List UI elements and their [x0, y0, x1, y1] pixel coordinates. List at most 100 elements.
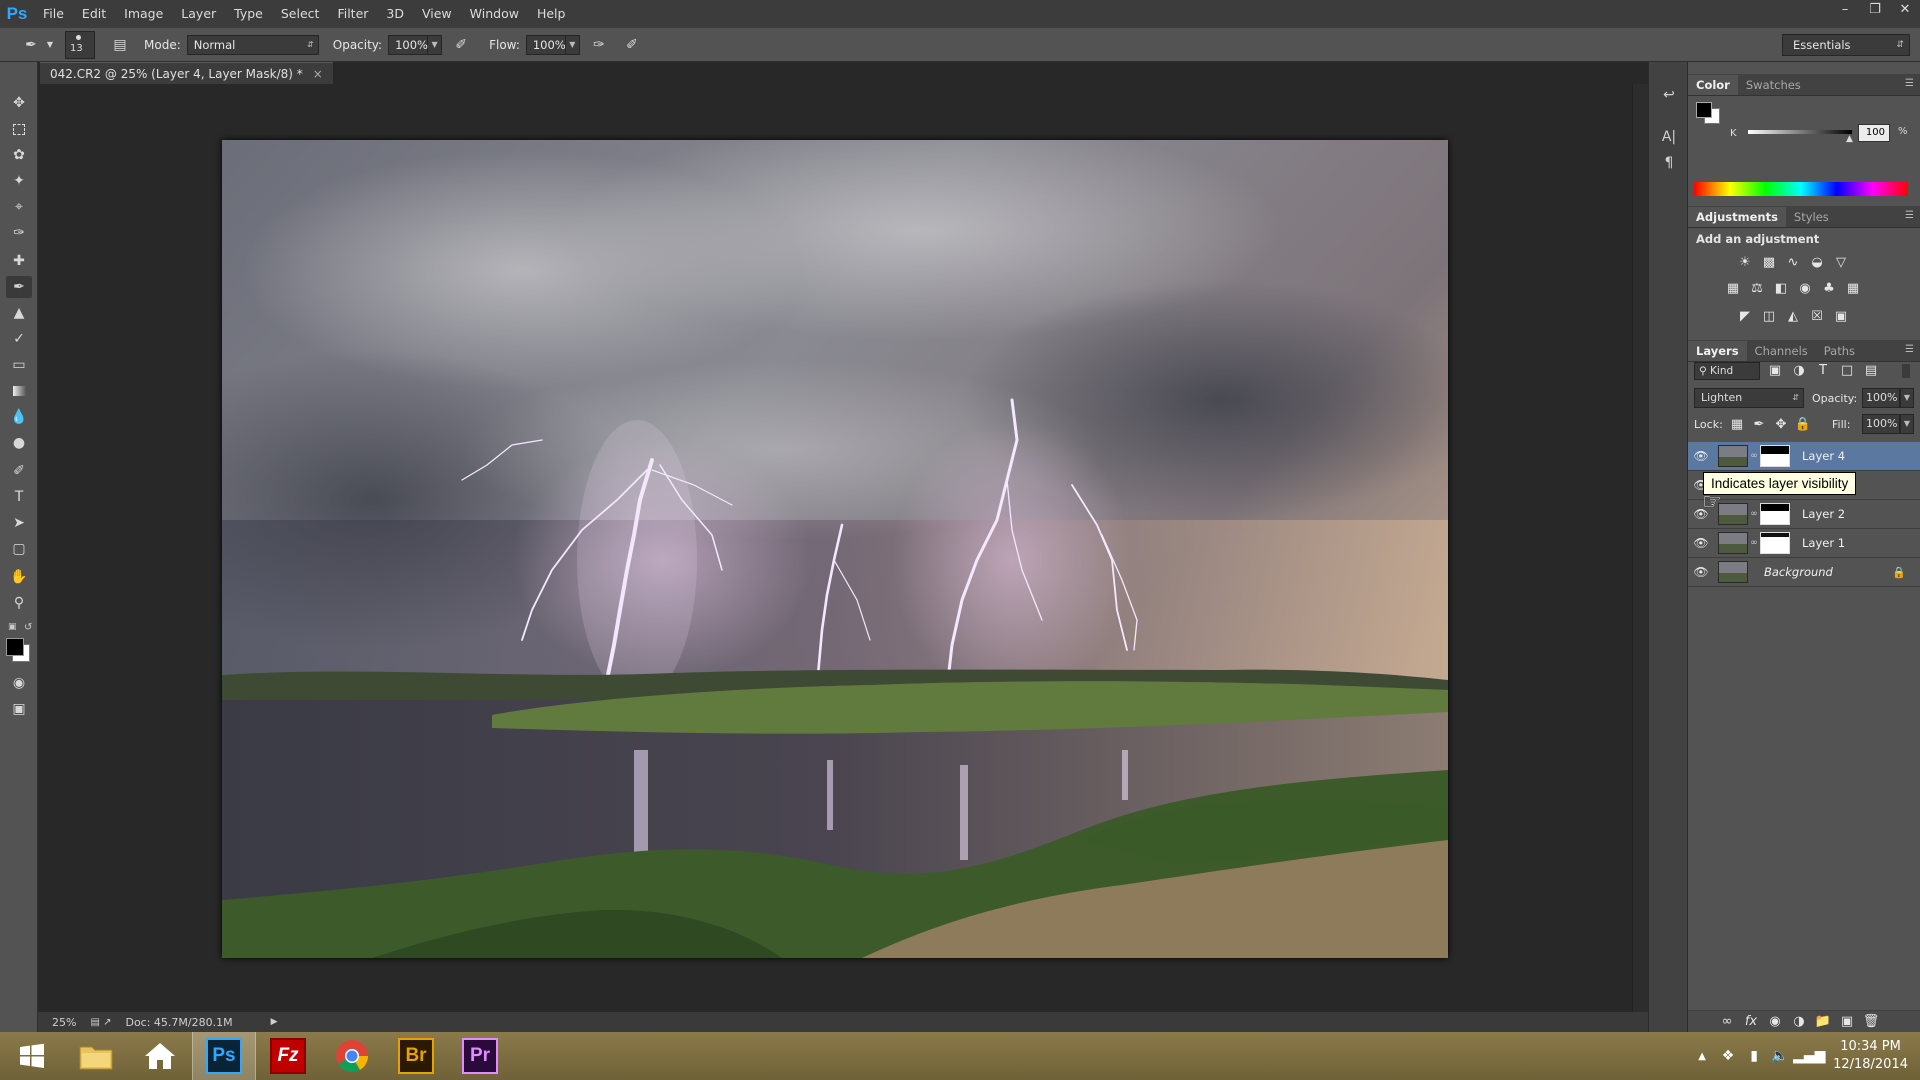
- layer-row-layer-2[interactable]: 👁 ∞ Layer 2: [1688, 500, 1920, 529]
- taskbar-home[interactable]: [128, 1032, 192, 1080]
- move-tool-icon[interactable]: ✥: [6, 92, 32, 114]
- taskbar-photoshop[interactable]: Ps: [192, 1032, 256, 1080]
- close-tab-icon[interactable]: ×: [313, 67, 323, 81]
- crop-tool-icon[interactable]: ⌖: [6, 196, 32, 218]
- black-white-icon[interactable]: ◧: [1772, 280, 1790, 298]
- trash-icon[interactable]: 🗑: [1862, 1013, 1880, 1031]
- eye-visibility-icon[interactable]: 👁: [1688, 565, 1714, 579]
- photo-filter-icon[interactable]: ◉: [1796, 280, 1814, 298]
- tab-layers[interactable]: Layers: [1688, 341, 1747, 361]
- minimize-icon[interactable]: –: [1830, 0, 1860, 20]
- history-panel-icon[interactable]: ↩: [1657, 84, 1681, 106]
- layer-name[interactable]: Background: [1764, 565, 1833, 579]
- filter-toggle-icon[interactable]: [1902, 364, 1910, 378]
- doc-size[interactable]: Doc: 45.7M/280.1M: [125, 1016, 232, 1029]
- show-hidden-icons-icon[interactable]: ▲: [1689, 1051, 1715, 1062]
- gradient-tool-icon[interactable]: [6, 380, 32, 402]
- eyedropper-tool-icon[interactable]: ✑: [6, 222, 32, 244]
- add-mask-icon[interactable]: ◉: [1766, 1013, 1784, 1031]
- curves-icon[interactable]: ∿: [1784, 254, 1802, 272]
- layer-thumbnail[interactable]: [1718, 503, 1748, 525]
- network-signal-icon[interactable]: ▂▄▆: [1793, 1048, 1825, 1064]
- filter-adjustment-icon[interactable]: ◑: [1790, 362, 1808, 380]
- brush-panel-icon[interactable]: ▤: [109, 34, 131, 56]
- lock-transparent-icon[interactable]: ▦: [1728, 416, 1746, 434]
- exposure-icon[interactable]: ◒: [1808, 254, 1826, 272]
- fill-input[interactable]: 100%: [1862, 414, 1900, 434]
- layer-name[interactable]: Layer 2: [1802, 507, 1845, 521]
- character-panel-icon[interactable]: A|: [1657, 126, 1681, 148]
- panel-menu-icon[interactable]: ☰: [1905, 210, 1914, 221]
- tab-swatches[interactable]: Swatches: [1738, 75, 1809, 95]
- eye-visibility-icon[interactable]: 👁: [1688, 449, 1714, 463]
- panel-menu-icon[interactable]: ☰: [1905, 344, 1914, 355]
- invert-icon[interactable]: ◤: [1736, 308, 1754, 326]
- posterize-icon[interactable]: ◫: [1760, 308, 1778, 326]
- filter-smart-object-icon[interactable]: ▤: [1862, 362, 1880, 380]
- menu-layer[interactable]: Layer: [172, 0, 225, 28]
- brush-size-picker[interactable]: 13: [65, 30, 95, 59]
- healing-brush-tool-icon[interactable]: ✚: [6, 250, 32, 272]
- tab-paths[interactable]: Paths: [1816, 341, 1863, 361]
- paragraph-panel-icon[interactable]: ¶: [1657, 152, 1681, 174]
- layer-mask-thumbnail[interactable]: [1760, 532, 1790, 554]
- fg-color-swatch[interactable]: [1696, 102, 1712, 118]
- lock-all-icon[interactable]: 🔒: [1794, 416, 1812, 434]
- levels-icon[interactable]: ▩: [1760, 254, 1778, 272]
- layer-thumbnail[interactable]: [1718, 445, 1748, 467]
- airbrush-icon[interactable]: ✑: [588, 34, 610, 56]
- color-spectrum-ramp[interactable]: [1694, 182, 1908, 196]
- layer-filter-select[interactable]: ⚲ Kind: [1694, 362, 1760, 380]
- taskbar-premiere[interactable]: Pr: [448, 1032, 512, 1080]
- vertical-scrollbar[interactable]: [1632, 84, 1648, 1020]
- menu-file[interactable]: File: [34, 0, 73, 28]
- layer-mask-thumbnail[interactable]: [1760, 503, 1790, 525]
- lock-position-icon[interactable]: ✥: [1772, 416, 1790, 434]
- zoom-level[interactable]: 25%: [52, 1016, 76, 1029]
- k-value-input[interactable]: 100: [1858, 124, 1890, 142]
- brightness-contrast-icon[interactable]: ☀: [1736, 254, 1754, 272]
- link-chain-icon[interactable]: ∞: [1750, 509, 1758, 519]
- document-tab[interactable]: 042.CR2 @ 25% (Layer 4, Layer Mask/8) * ×: [40, 62, 333, 84]
- close-icon[interactable]: ✕: [1890, 0, 1920, 20]
- layer-name[interactable]: Layer 4: [1802, 449, 1845, 463]
- threshold-icon[interactable]: ◭: [1784, 308, 1802, 326]
- flow-dropdown-icon[interactable]: ▼: [565, 34, 580, 55]
- eraser-tool-icon[interactable]: ▭: [6, 354, 32, 376]
- color-balance-icon[interactable]: ⚖: [1748, 280, 1766, 298]
- taskbar-explorer[interactable]: [64, 1032, 128, 1080]
- tab-color[interactable]: Color: [1688, 75, 1738, 95]
- menu-filter[interactable]: Filter: [328, 0, 377, 28]
- tab-adjustments[interactable]: Adjustments: [1688, 207, 1786, 227]
- selective-color-icon[interactable]: ☒: [1808, 308, 1826, 326]
- opacity-dropdown-icon[interactable]: ▼: [1900, 388, 1914, 408]
- menu-image[interactable]: Image: [115, 0, 172, 28]
- eye-visibility-icon[interactable]: 👁: [1688, 536, 1714, 550]
- new-layer-icon[interactable]: ▣: [1838, 1013, 1856, 1031]
- brush-tool-icon[interactable]: ✒: [6, 276, 32, 298]
- type-tool-icon[interactable]: T: [6, 486, 32, 508]
- tab-channels[interactable]: Channels: [1747, 341, 1816, 361]
- pen-tool-icon[interactable]: ✐: [6, 460, 32, 482]
- tab-styles[interactable]: Styles: [1786, 207, 1837, 227]
- pressure-opacity-icon[interactable]: ✐: [450, 34, 472, 56]
- new-group-icon[interactable]: 📁: [1814, 1013, 1832, 1031]
- battery-icon[interactable]: ▮: [1741, 1048, 1767, 1064]
- layer-row-background[interactable]: 👁 Background 🔒: [1688, 558, 1920, 587]
- new-adjustment-icon[interactable]: ◑: [1790, 1013, 1808, 1031]
- layer-thumbnail[interactable]: [1718, 561, 1748, 583]
- blur-tool-icon[interactable]: 💧: [6, 406, 32, 428]
- clock[interactable]: 10:34 PM 12/18/2014: [1833, 1038, 1908, 1074]
- gradient-map-icon[interactable]: ▣: [1832, 308, 1850, 326]
- volume-icon[interactable]: 🔈: [1767, 1048, 1793, 1064]
- menu-help[interactable]: Help: [528, 0, 575, 28]
- slider-handle-icon[interactable]: ▲: [1846, 134, 1853, 144]
- color-lookup-icon[interactable]: ▦: [1844, 280, 1862, 298]
- mode-select[interactable]: Normal ⇵: [186, 34, 319, 55]
- play-arrow-icon[interactable]: ▶: [271, 1017, 278, 1027]
- panel-menu-icon[interactable]: ☰: [1905, 78, 1914, 89]
- quick-mask-icon[interactable]: ◉: [6, 672, 32, 694]
- link-chain-icon[interactable]: ∞: [1750, 451, 1758, 461]
- hue-saturation-icon[interactable]: ▦: [1724, 280, 1742, 298]
- history-brush-tool-icon[interactable]: ✓: [6, 328, 32, 350]
